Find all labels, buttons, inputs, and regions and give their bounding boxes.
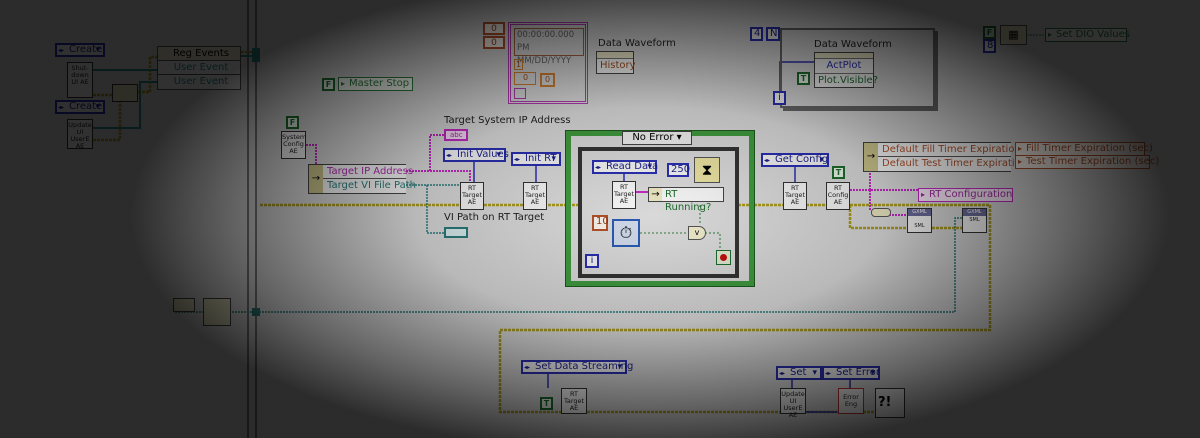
history-property[interactable]: History <box>597 59 636 73</box>
fill-timer-local[interactable]: Fill Timer Expiration (sec) <box>1015 142 1153 156</box>
flatten-to-xml-node[interactable]: GXML SML <box>907 208 932 233</box>
create-enum-1[interactable]: Create <box>55 43 105 57</box>
read-data-enum[interactable]: Read Data <box>592 160 658 174</box>
data-waveform-label: Data Waveform <box>814 39 892 50</box>
rt-target-ae-node[interactable]: RT Target AE <box>561 388 587 414</box>
create-enum-2[interactable]: Create <box>55 100 105 114</box>
rt-configuration-local[interactable]: RT Configuration <box>918 188 1013 202</box>
false-constant[interactable]: F <box>983 26 996 39</box>
reg-events-label: Reg Events <box>158 47 240 61</box>
bundle-node[interactable] <box>112 84 138 102</box>
system-config-ae-node[interactable]: System Config AE <box>281 131 306 159</box>
unbundle-by-name-config[interactable]: → Default Fill Timer Expiration Default … <box>863 142 1027 172</box>
init-rt-enum[interactable]: Init RT <box>511 152 561 166</box>
false-constant[interactable]: F <box>322 78 335 91</box>
set-enum[interactable]: Set <box>776 366 822 380</box>
rt-target-ae-node[interactable]: RT Target AE <box>460 182 484 210</box>
error-eng-node[interactable]: Error Eng <box>838 388 864 414</box>
rt-target-ae-node[interactable]: RT Target AE <box>612 181 636 209</box>
case-selector[interactable]: No Error ▾ <box>622 131 692 145</box>
attributes-field[interactable] <box>514 88 526 99</box>
test-timer-local[interactable]: Test Timer Expiration (sec) <box>1015 155 1159 169</box>
iteration-terminal: i <box>773 91 786 105</box>
update-ui-usere-ae-node[interactable]: Update UI UserE AE <box>67 119 93 150</box>
plot-visible-property[interactable]: Plot.Visible? <box>815 74 878 88</box>
iteration-terminal: i <box>585 254 599 268</box>
target-vi-file-path-row[interactable]: Target VI File Path <box>323 179 416 193</box>
history-property-node[interactable]: History <box>596 51 636 74</box>
true-constant[interactable]: T <box>832 166 845 179</box>
waveform-constant[interactable]: 00:00:00.000 PM MM/DD/YYYY 1 0 0 <box>508 22 588 104</box>
array-value[interactable]: 0 <box>540 73 555 87</box>
rt-running-indicator[interactable]: → RT Running? <box>648 187 724 213</box>
vi-path-label: VI Path on RT Target <box>444 212 545 223</box>
dt-field[interactable]: 1 <box>514 59 523 70</box>
folder-path-icon[interactable] <box>173 298 195 312</box>
set-data-streaming-enum[interactable]: Set Data Streaming <box>521 360 633 374</box>
update-ui-usere-ae-node[interactable]: Update UI UserE AE <box>780 388 806 419</box>
array-index[interactable]: 0 <box>514 72 536 85</box>
init-values-enum[interactable]: Init Values <box>443 148 509 162</box>
date-field[interactable]: MM/DD/YYYY <box>517 55 583 68</box>
false-constant[interactable]: F <box>286 116 299 129</box>
rt-config-ae-node[interactable]: RT Config AE <box>826 182 850 210</box>
master-stop-local[interactable]: Master Stop <box>338 77 413 91</box>
default-fill-timer-row[interactable]: Default Fill Timer Expiration <box>878 143 1021 157</box>
initialize-array-icon[interactable]: ▦ <box>1000 25 1027 45</box>
set-error-enum[interactable]: Set Error <box>822 366 880 380</box>
write-xml-node[interactable]: GXML SML <box>962 208 987 233</box>
set-dio-values-local[interactable]: Set DIO Values <box>1045 28 1130 42</box>
data-waveform-label: Data Waveform <box>598 38 676 49</box>
numeric-constant[interactable]: 8 <box>983 39 996 53</box>
string-indicator[interactable]: abc <box>444 129 468 141</box>
rt-target-ae-node[interactable]: RT Target AE <box>783 182 807 210</box>
tunnel <box>252 308 260 316</box>
numeric-constant[interactable]: 0 <box>483 22 505 35</box>
unbundle-by-name-target[interactable]: → Target IP Address Target VI File Path <box>308 164 416 194</box>
true-constant[interactable]: T <box>540 397 553 410</box>
user-event-1[interactable]: User Event <box>158 61 240 75</box>
true-constant[interactable]: T <box>797 72 810 85</box>
clear-errors-icon[interactable]: ?! <box>875 388 905 418</box>
stop-terminal-icon[interactable] <box>716 250 731 265</box>
timeout-constant[interactable]: 10 <box>592 215 609 231</box>
variant-icon[interactable] <box>871 208 891 217</box>
wait-ms-constant[interactable]: 250 <box>667 163 690 177</box>
reg-events-node[interactable]: Reg Events User Event User Event <box>157 46 241 90</box>
count-terminal: N <box>766 27 780 41</box>
build-path-icon[interactable] <box>203 298 231 326</box>
rt-running-label: RT Running? <box>665 189 712 213</box>
timestamp-field[interactable]: 00:00:00.000 PM <box>517 29 583 55</box>
actplot-property[interactable]: ActPlot <box>815 59 873 74</box>
case-selector-label: No Error <box>632 132 674 143</box>
shutdown-ui-ae-node[interactable]: Shut-down UI AE <box>67 62 93 98</box>
rt-target-ae-node[interactable]: RT Target AE <box>523 182 547 210</box>
get-config-enum[interactable]: Get Config <box>761 153 829 167</box>
numeric-constant[interactable]: 0 <box>483 36 505 49</box>
path-indicator[interactable] <box>444 227 468 238</box>
default-test-timer-row[interactable]: Default Test Timer Expiration <box>878 157 1027 171</box>
plot-property-node[interactable]: ActPlot Plot.Visible? <box>814 52 878 88</box>
stopwatch-icon[interactable]: ⏱ <box>612 219 640 247</box>
or-gate-icon[interactable]: v <box>688 226 706 240</box>
target-system-ip-label: Target System IP Address <box>444 115 571 126</box>
shift-register <box>252 48 260 62</box>
user-event-2[interactable]: User Event <box>158 75 240 89</box>
loop-count-constant[interactable]: 4 <box>750 27 763 41</box>
target-ip-address-row[interactable]: Target IP Address <box>323 165 413 179</box>
metronome-wait-icon[interactable]: ⧗ <box>694 157 720 183</box>
